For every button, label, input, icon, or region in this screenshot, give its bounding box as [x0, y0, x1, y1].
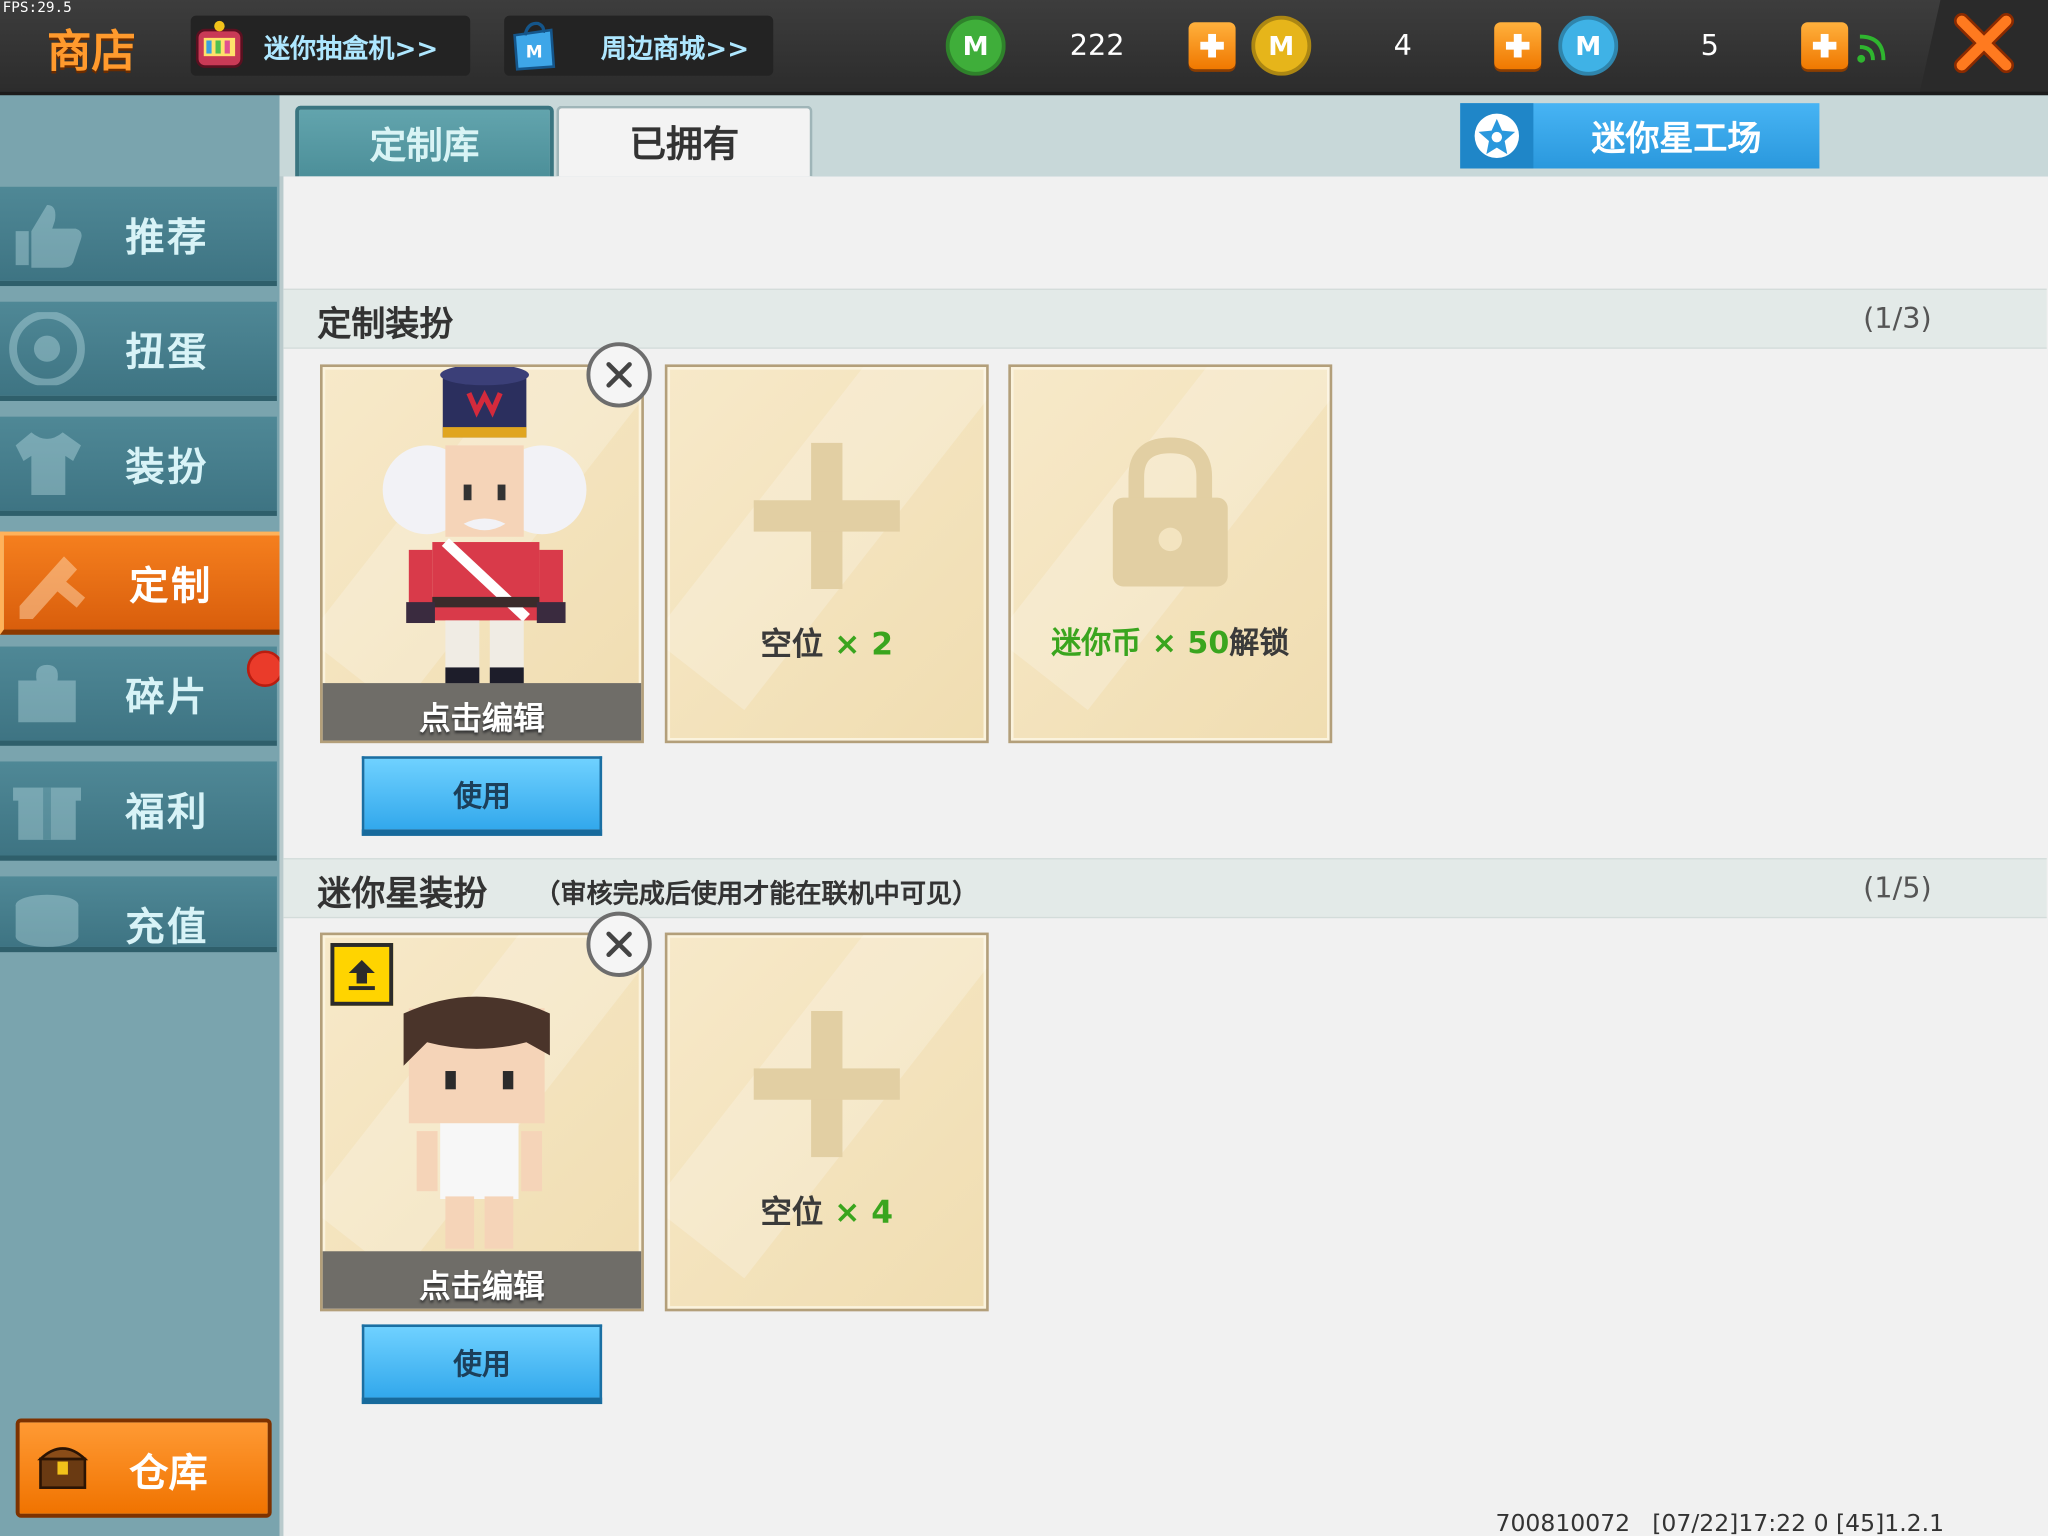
empty-slot-card[interactable]: 空位 × 2 — [664, 364, 989, 744]
mini-bean-icon: M — [945, 15, 1006, 76]
wifi-signal-icon — [1855, 29, 1892, 71]
remove-outfit-button[interactable] — [586, 911, 652, 977]
mini-point-value: 5 — [1700, 29, 1719, 63]
sidebar-item-recharge[interactable]: 充值 — [0, 876, 277, 953]
blind-box-label: 迷你抽盒机>> — [263, 31, 439, 64]
nutcracker-character-avatar — [382, 367, 587, 689]
close-shop-button[interactable] — [1919, 0, 2048, 92]
edit-label: 点击编辑 — [419, 700, 545, 737]
sidebar-item-custom[interactable]: 定制 — [0, 531, 285, 635]
mini-star-outfit-card[interactable]: 点击编辑 — [319, 932, 644, 1312]
top-bar: FPS:29.5 商店 迷你抽盒机>> M 周边商城>> M 222 M 4 M… — [0, 0, 2048, 96]
currency-mini-point: M 5 — [1558, 15, 1849, 76]
mini-bean-value: 222 — [1069, 29, 1125, 63]
sidebar-item-label: 福利 — [125, 790, 209, 836]
sidebar: 推荐 扭蛋 装扮 定制 碎片 福利 充值 仓库 — [0, 95, 285, 1536]
remove-outfit-button[interactable] — [586, 342, 652, 408]
gacha-capsule-icon — [9, 312, 85, 386]
shop-title: 商店 — [47, 26, 136, 79]
fps-counter: FPS:29.5 — [2, 0, 72, 16]
close-icon — [606, 362, 632, 388]
player-id: 700810072 — [1495, 1509, 1631, 1536]
puzzle-piece-icon — [18, 664, 76, 723]
coin-stack-icon — [15, 894, 79, 947]
empty-slot-label: 空位 × 4 — [760, 1193, 894, 1231]
thumbs-up-icon — [15, 205, 82, 268]
warehouse-label: 仓库 — [129, 1451, 208, 1497]
lock-icon — [1112, 437, 1228, 587]
section-header-custom: 定制装扮 (1/3) — [283, 288, 2047, 349]
upload-button[interactable] — [330, 943, 394, 1006]
default-character-avatar — [403, 996, 550, 1249]
section-count: (1/3) — [1863, 303, 1932, 336]
add-mini-bean-button[interactable] — [1188, 22, 1236, 70]
merch-store-label: 周边商城>> — [600, 31, 750, 64]
blind-box-link[interactable]: 迷你抽盒机>> — [190, 15, 471, 76]
sidebar-item-recommend[interactable]: 推荐 — [0, 186, 277, 287]
section-title: 迷你星装扮 — [317, 875, 488, 915]
star-factory-button[interactable]: 迷你星工场 — [1460, 103, 1820, 169]
unlock-cost-label: 迷你币 × 50解锁 — [1051, 626, 1290, 661]
sidebar-item-fragments[interactable]: 碎片 — [0, 646, 277, 746]
star-badge-icon — [1460, 103, 1534, 169]
section-header-mini-star: 迷你星装扮 （审核完成后使用才能在联机中可见） (1/5) — [283, 858, 2047, 919]
sidebar-item-label: 推荐 — [125, 215, 209, 262]
main-panel: 定制装扮 (1/3) 点击编辑 使用 空位 × 2 迷你币 × 50解锁 迷你星… — [279, 176, 2048, 1536]
svg-text:M: M — [526, 42, 543, 62]
shopping-bag-icon: M — [504, 17, 561, 74]
close-icon — [606, 931, 632, 958]
tab-owned[interactable]: 已拥有 — [556, 105, 813, 177]
warehouse-button[interactable]: 仓库 — [15, 1418, 272, 1518]
use-button[interactable]: 使用 — [361, 1324, 603, 1405]
sidebar-item-label: 装扮 — [125, 445, 209, 492]
sidebar-item-label: 扭蛋 — [125, 330, 209, 377]
sidebar-item-gacha[interactable]: 扭蛋 — [0, 301, 277, 401]
use-button[interactable]: 使用 — [361, 756, 603, 836]
mini-point-icon: M — [1558, 15, 1619, 76]
blind-box-machine-icon — [191, 17, 248, 74]
add-slot-icon — [753, 1010, 900, 1158]
currency-mini-bean: M 222 — [945, 15, 1236, 76]
close-icon — [1953, 13, 2015, 78]
mini-coin-icon: M — [1251, 15, 1312, 76]
sidebar-item-welfare[interactable]: 福利 — [0, 761, 277, 861]
version-timestamp: [07/22]17:22 0 [45]1.2.1 — [1652, 1509, 1945, 1536]
add-slot-icon — [753, 442, 900, 590]
star-factory-label: 迷你星工场 — [1591, 119, 1762, 159]
mini-coin-value: 4 — [1393, 29, 1412, 63]
gift-icon — [13, 787, 81, 840]
section-title: 定制装扮 — [317, 305, 454, 345]
currency-mini-coin: M 4 — [1251, 15, 1542, 76]
locked-slot-card[interactable]: 迷你币 × 50解锁 — [1008, 364, 1333, 744]
add-mini-coin-button[interactable] — [1494, 22, 1542, 70]
sidebar-item-label: 充值 — [125, 905, 209, 951]
shirt-icon — [15, 432, 81, 496]
section-count: (1/5) — [1863, 872, 1932, 906]
sidebar-item-outfit[interactable]: 装扮 — [0, 416, 277, 516]
empty-slot-label: 空位 × 2 — [760, 625, 894, 663]
add-mini-point-button[interactable] — [1801, 22, 1849, 70]
tab-custom-library[interactable]: 定制库 — [295, 105, 554, 182]
tab-bar: 定制库 已拥有 迷你星工场 — [279, 95, 2048, 182]
edit-label: 点击编辑 — [419, 1268, 545, 1305]
empty-slot-card[interactable]: 空位 × 4 — [664, 932, 989, 1312]
treasure-chest-icon — [37, 1447, 89, 1489]
section-note: （审核完成后使用才能在联机中可见） — [534, 877, 979, 910]
sidebar-item-label: 碎片 — [125, 675, 209, 721]
fragments-notification-badge — [246, 650, 284, 688]
merch-store-link[interactable]: M 周边商城>> — [504, 15, 774, 76]
upload-icon — [348, 959, 375, 991]
sidebar-item-label: 定制 — [129, 564, 213, 610]
pencil-ruler-icon — [19, 556, 86, 620]
custom-outfit-card[interactable]: 点击编辑 — [319, 364, 644, 744]
